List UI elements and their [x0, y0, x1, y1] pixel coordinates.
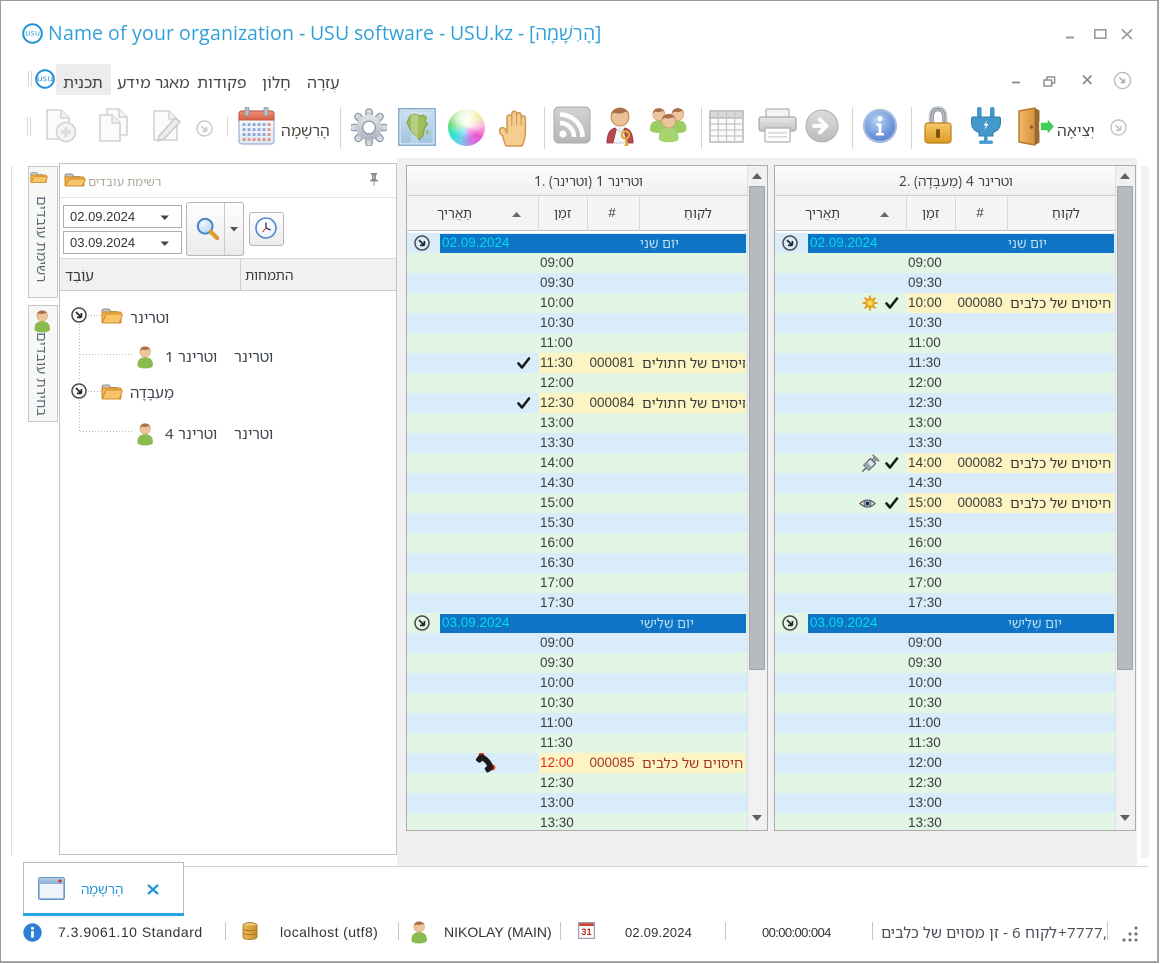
- svg-text:31: 31: [581, 926, 591, 937]
